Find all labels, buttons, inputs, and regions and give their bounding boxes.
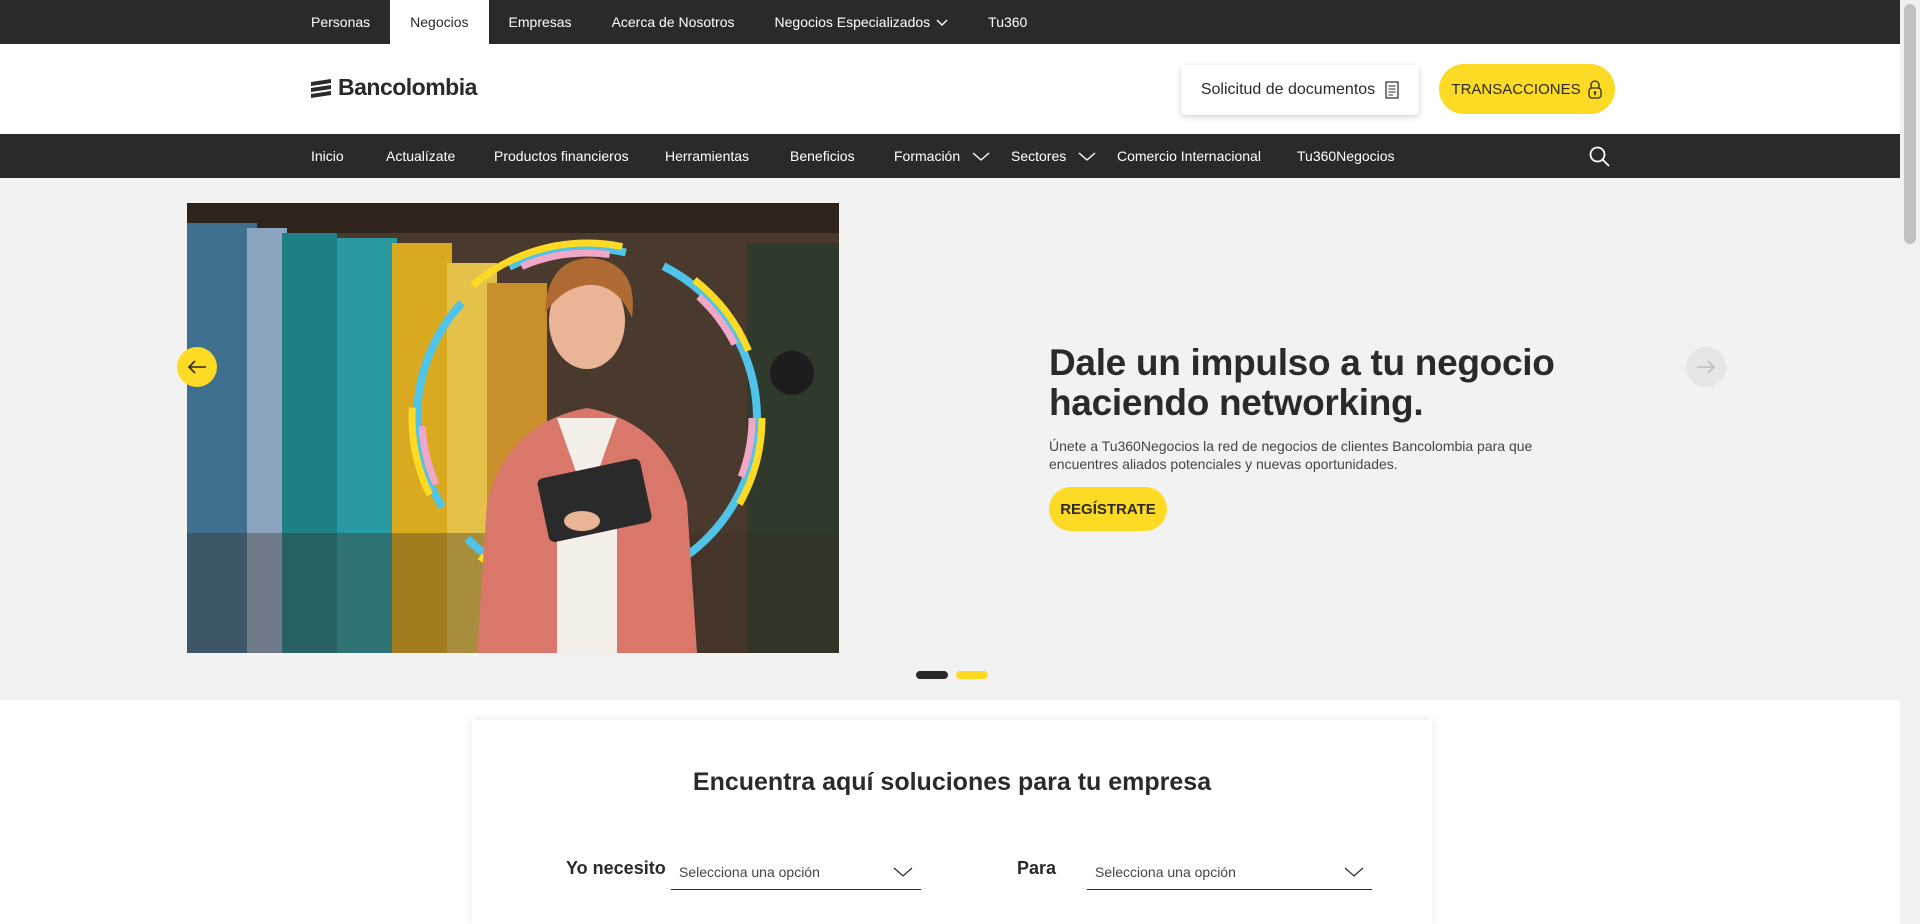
bancolombia-logo-icon — [311, 78, 331, 98]
tab-empresas[interactable]: Empresas — [489, 0, 592, 44]
tab-personas[interactable]: Personas — [291, 0, 390, 44]
bancolombia-logo[interactable]: Bancolombia — [310, 74, 477, 101]
nav-item-beneficios[interactable]: Beneficios — [790, 134, 855, 178]
nav-label: Formación — [894, 148, 961, 164]
nav-label: Comercio Internacional — [1117, 148, 1261, 164]
hero-title: Dale un impulso a tu negocio haciendo ne… — [1049, 343, 1609, 423]
logo-text: Bancolombia — [338, 74, 477, 100]
need-select[interactable]: Selecciona una opción — [671, 854, 921, 890]
nav-item-sectores[interactable]: Sectores — [1011, 134, 1096, 178]
tab-label: Personas — [311, 14, 371, 30]
arrow-right-icon — [1697, 360, 1716, 374]
solutions-finder-card: Encuentra aquí soluciones para tu empres… — [472, 720, 1432, 924]
carousel-next-button[interactable] — [1686, 347, 1726, 387]
nav-label: Inicio — [311, 148, 344, 164]
transactions-button[interactable]: TRANSACCIONES — [1439, 64, 1615, 114]
tab-tu360[interactable]: Tu360 — [968, 0, 1047, 44]
segment-tabs: Personas Negocios Empresas Acerca de Nos… — [291, 0, 1047, 44]
hero-text: Dale un impulso a tu negocio haciendo ne… — [1049, 343, 1609, 473]
scrollbar-thumb[interactable] — [1904, 4, 1916, 244]
for-label: Para — [1017, 858, 1057, 878]
tab-negocios[interactable]: Negocios — [390, 0, 489, 44]
nav-label: Herramientas — [665, 148, 750, 164]
register-button[interactable]: REGÍSTRATE — [1049, 487, 1167, 531]
hero-carousel: Dale un impulso a tu negocio haciendo ne… — [0, 178, 1900, 700]
hero-photo-illustration — [187, 203, 839, 653]
need-label: Yo necesito — [566, 858, 666, 878]
page-scrollbar[interactable] — [1900, 0, 1920, 924]
nav-label: Beneficios — [790, 148, 855, 164]
tab-label: Negocios Especializados — [774, 14, 931, 30]
document-request-label: Solicitud de documentos — [1200, 81, 1376, 98]
nav-label: Actualízate — [386, 148, 456, 164]
tab-acerca-de-nosotros[interactable]: Acerca de Nosotros — [592, 0, 755, 44]
chevron-down-icon — [936, 19, 948, 26]
tab-label: Acerca de Nosotros — [611, 14, 735, 30]
for-select-value: Selecciona una opción — [1095, 863, 1236, 880]
carousel-dot-1[interactable] — [916, 671, 948, 679]
search-icon[interactable] — [1588, 145, 1610, 167]
chevron-down-icon — [1344, 867, 1364, 877]
nav-item-actualizate[interactable]: Actualízate — [386, 134, 455, 178]
document-icon — [1385, 81, 1399, 99]
nav-item-productos-financieros[interactable]: Productos financieros — [494, 134, 629, 178]
chevron-down-icon — [972, 152, 990, 161]
tab-negocios-especializados[interactable]: Negocios Especializados — [755, 0, 969, 44]
hero-title-line2: haciendo networking. — [1049, 382, 1424, 423]
nav-item-formacion[interactable]: Formación — [894, 134, 990, 178]
site-header: Bancolombia Solicitud de documentos TRAN… — [0, 44, 1900, 134]
padlock-icon — [1587, 80, 1602, 99]
carousel-dot-2[interactable] — [956, 671, 988, 679]
carousel-prev-button[interactable] — [177, 347, 217, 387]
hero-description: Únete a Tu360Negocios la red de negocios… — [1049, 438, 1533, 472]
nav-label: Sectores — [1011, 148, 1067, 164]
nav-item-herramientas[interactable]: Herramientas — [665, 134, 749, 178]
segment-bar: Personas Negocios Empresas Acerca de Nos… — [0, 0, 1900, 44]
chevron-down-icon — [1078, 152, 1096, 161]
tab-label: Tu360 — [988, 14, 1028, 30]
chevron-down-icon — [893, 867, 913, 877]
hero-image — [187, 203, 839, 653]
hero-title-line1: Dale un impulso a tu negocio — [1049, 342, 1555, 383]
nav-label: Tu360Negocios — [1297, 148, 1395, 164]
need-select-value: Selecciona una opción — [679, 863, 820, 880]
solutions-title: Encuentra aquí soluciones para tu empres… — [692, 768, 1212, 796]
for-select[interactable]: Selecciona una opción — [1087, 854, 1372, 890]
tab-label: Negocios — [410, 14, 469, 30]
arrow-left-icon — [187, 360, 206, 374]
document-request-button[interactable]: Solicitud de documentos — [1181, 65, 1419, 115]
nav-item-tu360negocios[interactable]: Tu360Negocios — [1297, 134, 1395, 178]
transactions-label: TRANSACCIONES — [1451, 80, 1581, 98]
nav-item-comercio-internacional[interactable]: Comercio Internacional — [1117, 134, 1261, 178]
nav-label: Productos financieros — [494, 148, 629, 164]
main-navigation: Inicio Actualízate Productos financieros… — [0, 134, 1900, 178]
nav-item-inicio[interactable]: Inicio — [311, 134, 344, 178]
tab-label: Empresas — [508, 14, 572, 30]
